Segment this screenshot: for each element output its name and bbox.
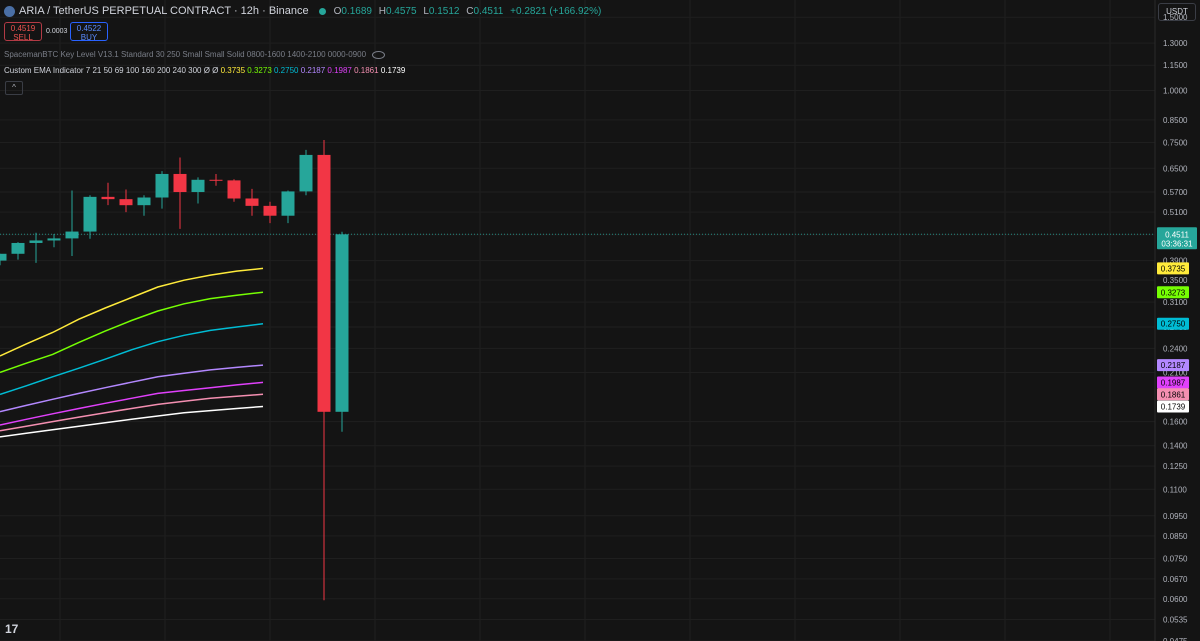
price-change: +0.2821 (+166.92%) [510,5,602,17]
candle-body [101,196,115,200]
ema-legend-value: 0.1739 [378,66,406,75]
sell-button[interactable]: 0.4519 SELL [4,22,42,42]
price-chart[interactable]: 1.50001.30001.15001.00000.85000.75000.65… [0,0,1200,641]
ohlc-values: O0.1689 H0.4575 L0.1512 C0.4511 +0.2821 … [333,5,602,17]
sell-label: SELL [13,33,33,42]
candle-body [29,240,43,243]
price-axis-tick: 0.1600 [1163,418,1188,427]
tradingview-logo-icon[interactable]: 17 [5,622,18,636]
price-axis-tick: 0.6500 [1163,164,1188,173]
buy-label: BUY [80,33,98,42]
ema-price-label: 0.1987 [1161,378,1186,387]
candle-body [65,231,79,239]
ema-indicator-legend[interactable]: Custom EMA Indicator 7 21 50 69 100 160 … [4,66,405,75]
price-axis-tick: 0.8500 [1163,116,1188,125]
price-axis-tick: 0.0475 [1163,637,1188,641]
buy-button[interactable]: 0.4522 BUY [70,22,108,42]
price-axis-tick: 0.1250 [1163,462,1188,471]
candle-body [0,253,7,261]
candle-body [281,191,295,216]
key-level-indicator[interactable]: SpacemanBTC Key Level V13.1 Standard 30 … [4,50,386,59]
price-axis-tick: 0.3500 [1163,276,1188,285]
price-axis-tick: 0.0750 [1163,554,1188,563]
symbol-title[interactable]: ARIA / TetherUS PERPETUAL CONTRACT · 12h… [19,5,309,17]
chevron-up-icon: ^ [12,83,16,92]
price-axis-tick: 0.3100 [1163,298,1188,307]
price-axis-tick: 0.5100 [1163,208,1188,217]
candle-body [191,179,205,193]
market-status-icon [318,7,326,15]
ema-legend-value: 0.3735 [220,66,246,75]
ema-indicator-label: Custom EMA Indicator 7 21 50 69 100 160 … [4,66,219,75]
ema-legend-value: 0.2750 [271,66,299,75]
ema-price-label: 0.1739 [1161,403,1186,412]
symbol-icon [4,5,15,17]
candle-body [317,154,331,412]
currency-selector[interactable]: USDT [1158,3,1196,21]
price-axis-tick: 0.0670 [1163,575,1188,584]
price-axis-tick: 1.3000 [1163,39,1188,48]
price-axis-tick: 0.0535 [1163,616,1188,625]
ema-price-label: 0.3273 [1161,288,1186,297]
spread-value: 0.0003 [46,28,68,35]
ema-legend-value: 0.1861 [351,66,379,75]
countdown-label: 03:36:31 [1161,239,1193,248]
price-axis-tick: 0.0600 [1163,595,1188,604]
ema-legend-value: 0.1987 [325,66,352,75]
collapse-legend-button[interactable]: ^ [5,81,23,95]
candle-body [155,173,169,198]
candle-body [227,180,241,199]
candle-body [137,197,151,206]
candle-body [245,198,259,206]
candle-body [209,179,223,181]
price-axis-tick: 1.1500 [1163,61,1188,70]
price-axis-tick: 0.1100 [1163,485,1187,494]
ema-legend-value: 0.2187 [298,66,326,75]
ema-line [0,393,264,432]
price-axis-tick: 0.2400 [1163,344,1188,353]
price-axis-tick: 0.0950 [1163,512,1188,521]
price-axis-tick: 0.7500 [1163,138,1188,147]
price-axis-tick: 0.5700 [1163,188,1188,197]
sell-price: 0.4519 [10,24,36,33]
trade-panel: 0.4519 SELL 0.0003 0.4522 BUY [4,22,108,42]
ema-price-label: 0.2187 [1161,361,1186,370]
ema-line [0,267,264,357]
candle-body [83,196,97,232]
eye-hidden-icon[interactable] [372,50,386,59]
ema-price-label: 0.2750 [1161,320,1186,329]
ema-price-label: 0.3735 [1161,264,1186,273]
buy-price: 0.4522 [76,24,102,33]
candle-body [335,234,349,412]
price-axis-tick: 0.1400 [1163,442,1188,451]
chart-header: ARIA / TetherUS PERPETUAL CONTRACT · 12h… [4,4,601,18]
candle-body [119,199,133,206]
candle-body [299,154,313,192]
candle-body [47,238,61,241]
ema-legend-value: 0.3273 [245,66,272,75]
key-level-label: SpacemanBTC Key Level V13.1 Standard 30 … [4,50,367,59]
ema-line [0,291,264,374]
candle-body [263,205,277,216]
current-price-label: 0.4511 [1165,230,1189,239]
price-axis-tick: 0.0850 [1163,532,1188,541]
candle-body [11,242,25,254]
candle-body [173,173,187,193]
ema-price-label: 0.1861 [1161,390,1186,399]
price-axis-tick: 1.0000 [1163,86,1188,95]
